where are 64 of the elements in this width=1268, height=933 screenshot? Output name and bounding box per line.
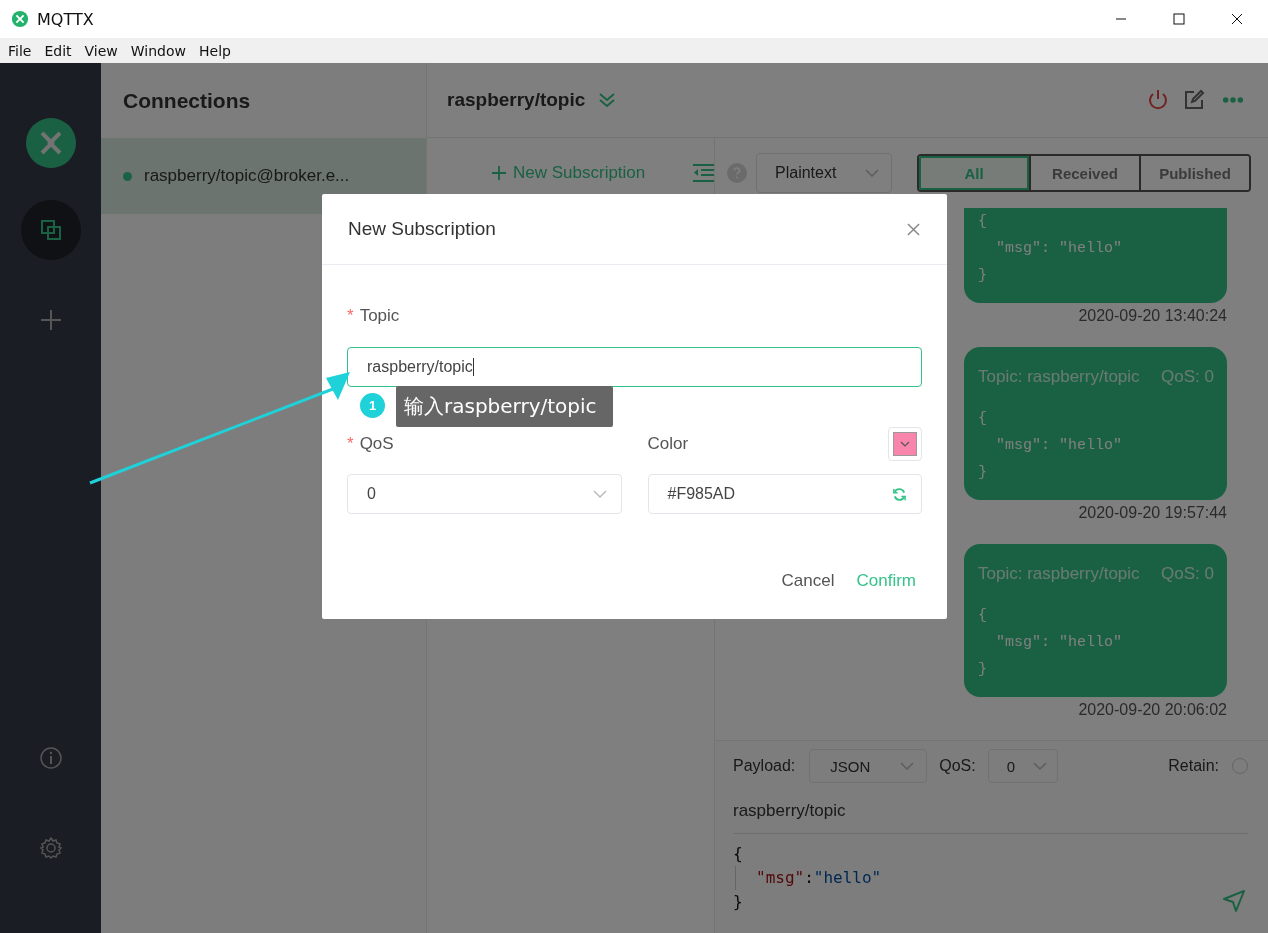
settings-icon[interactable] <box>38 836 63 860</box>
edit-icon[interactable] <box>1182 88 1206 112</box>
power-icon[interactable] <box>1146 88 1170 112</box>
menu-item[interactable]: File <box>8 42 32 59</box>
cancel-button[interactable]: Cancel <box>781 567 835 595</box>
payload-line: "msg": "hello" <box>995 239 1124 259</box>
message-time: 2020-09-20 13:40:24 <box>1078 307 1227 325</box>
connections-title: Connections <box>123 88 251 113</box>
info-icon[interactable] <box>38 746 63 770</box>
filter-tab[interactable]: Published <box>1139 156 1249 190</box>
connection-item[interactable]: raspberry/topic@broker.e... <box>101 138 426 214</box>
chevron-down-icon <box>865 169 879 177</box>
format-select[interactable]: Plaintext <box>756 153 892 193</box>
payload-line: "msg": "hello" <box>995 633 1124 653</box>
field-label: Color <box>647 434 689 454</box>
list-collapse-icon[interactable] <box>692 163 714 183</box>
payload-line: "msg": "hello" <box>995 436 1124 456</box>
window-title: MQTTX <box>37 9 94 29</box>
payload-line: { <box>978 212 988 232</box>
payload-line: { <box>978 606 988 626</box>
field-label: QoS <box>359 434 394 454</box>
message-time: 2020-09-20 20:06:02 <box>1078 701 1227 719</box>
close-icon[interactable] <box>1231 13 1243 25</box>
plus-icon <box>38 308 63 332</box>
qos-label: QoS: <box>939 757 976 775</box>
more-icon[interactable] <box>1222 96 1244 104</box>
qos-select[interactable]: 0 <box>347 474 622 514</box>
menu-item[interactable]: Edit <box>44 42 72 59</box>
payload-label: Payload: <box>733 757 796 775</box>
plus-icon <box>491 165 507 181</box>
copy-icon <box>38 218 63 242</box>
maximize-icon[interactable] <box>1173 13 1185 25</box>
payload-format-select[interactable]: JSON <box>809 749 928 783</box>
publish-topic-field[interactable]: raspberry/topic <box>733 784 1248 834</box>
chevron-down-icon <box>900 441 910 447</box>
chevron-down-icon <box>1032 762 1047 770</box>
dialog-title: New Subscription <box>348 218 496 240</box>
message-topic: Topic: raspberry/topic <box>978 564 1140 584</box>
payload-line: } <box>978 660 988 680</box>
field-label: Topic <box>359 306 400 326</box>
message-time: 2020-09-20 19:57:44 <box>1078 504 1227 522</box>
menu-item[interactable]: Window <box>130 42 186 59</box>
connection-title: raspberry/topic <box>447 89 586 111</box>
message-qos: QoS: 0 <box>1161 367 1214 387</box>
chevron-down-icon <box>592 490 607 498</box>
payload-line: { <box>978 409 988 429</box>
qos-select[interactable]: 0 <box>987 749 1058 783</box>
menu-item[interactable]: View <box>84 42 118 59</box>
payload-line: } <box>978 463 988 483</box>
refresh-icon[interactable] <box>892 486 907 502</box>
required-mark: * <box>347 434 354 454</box>
app-logo-icon <box>11 10 29 28</box>
retain-label: Retain: <box>1168 757 1219 775</box>
app-logo-icon <box>25 118 76 168</box>
message-qos: QoS: 0 <box>1161 564 1214 584</box>
message-topic: Topic: raspberry/topic <box>978 367 1140 387</box>
menu-item[interactable]: Help <box>199 42 231 59</box>
payload-line: } <box>978 266 988 286</box>
color-input[interactable]: #F985AD <box>647 474 922 514</box>
annotation-callout: 输入raspberry/topic <box>396 386 613 427</box>
chevron-down-icon <box>900 762 915 770</box>
send-icon[interactable] <box>1222 889 1246 913</box>
payload-editor[interactable]: { "msg":"hello" } <box>733 834 1248 914</box>
required-mark: * <box>347 306 354 326</box>
